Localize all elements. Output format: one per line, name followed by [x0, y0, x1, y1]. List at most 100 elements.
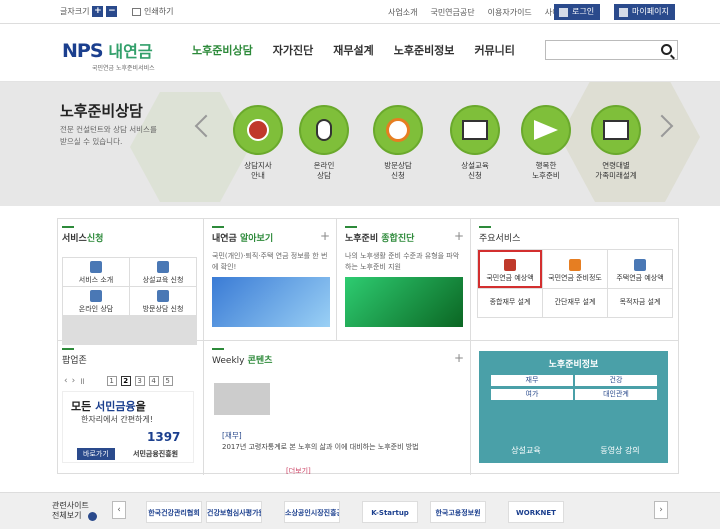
people-icon [90, 290, 102, 302]
prev-icon[interactable]: ‹ [64, 376, 68, 386]
hero-title: 노후준비상담 [60, 102, 143, 120]
nav-financial-planning[interactable]: 재무설계 [333, 42, 373, 58]
nav-self-diagnosis[interactable]: 자가진단 [273, 42, 313, 58]
pension-readiness-button[interactable]: 국민연금 준비정도 [543, 250, 607, 288]
service-visit-consult[interactable]: 방문상담 신청 [368, 105, 428, 181]
service-label: 상설교육 신청 [461, 161, 489, 180]
font-decrease-button[interactable]: − [106, 6, 118, 17]
leisure-button[interactable]: 여가 [491, 389, 573, 400]
search-icon[interactable] [661, 44, 672, 55]
top-utility-bar: 글자크기 + − 인쇄하기 사업소개 국민연금공단 이용자가이드 사이트맵 로그… [0, 0, 720, 24]
service-online-consult[interactable]: 온라인 상담 [294, 105, 354, 181]
page-2[interactable]: 2 [120, 375, 131, 386]
plus-circle-icon[interactable] [88, 512, 97, 521]
plus-icon[interactable]: + [454, 351, 464, 365]
banner-semas[interactable]: 소상공인시장진흥공단 [284, 501, 340, 523]
logo-nps: NPS [62, 40, 104, 62]
login-button[interactable]: 로그인 [554, 4, 601, 20]
top-link-nps[interactable]: 국민연금공단 [430, 7, 474, 18]
font-size-label: 글자크기 [60, 7, 90, 16]
education-apply-button[interactable]: 상설교육 신청 [130, 258, 196, 286]
service-circle [233, 105, 283, 155]
font-increase-button[interactable]: + [92, 6, 104, 17]
weekly-category: [재무] [222, 431, 242, 440]
plus-icon[interactable]: + [454, 229, 464, 243]
education-link[interactable]: 상설교육 [491, 445, 561, 456]
top-link-about[interactable]: 사업소개 [388, 7, 417, 18]
health-button[interactable]: 건강 [575, 375, 657, 386]
page-3[interactable]: 3 [134, 375, 145, 386]
main-services-grid: 국민연금 예상액 국민연금 준비정도 주택연금 예상액 종합재무 설계 간단재무… [477, 249, 673, 318]
service-circle [591, 105, 641, 155]
user-icon [619, 7, 628, 17]
popup-subline: 한자리에서 간편하게! [81, 415, 153, 424]
mypage-button[interactable]: 마이페이지 [614, 4, 675, 20]
board-icon [603, 120, 629, 140]
chart-graphic-image[interactable] [345, 277, 463, 327]
online-consult-button[interactable]: 온라인 상담 [63, 287, 129, 315]
panel-title: 주요서비스 [479, 226, 520, 244]
login-label: 로그인 [572, 7, 595, 16]
notebook-icon [157, 261, 169, 273]
site-logo[interactable]: NPS 내연금 국민연금 노후준비서비스 [62, 38, 155, 72]
hero-section: 노후준비상담 전문 컨설턴트와 상담 서비스를 받으실 수 있습니다. 상담지사… [0, 82, 720, 206]
banner-next-button[interactable]: › [654, 501, 668, 519]
visit-consult-button[interactable]: 방문상담 신청 [130, 287, 196, 315]
panel-title: Weekly 콘텐츠 [212, 348, 272, 366]
main-navigation: 노후준비상담 자가진단 재무설계 노후준비정보 커뮤니티 [192, 42, 515, 58]
service-apply-panel: 서비스신청 서비스 소개 상설교육 신청 온라인 상담 방문상담 신청 [58, 219, 204, 345]
top-link-guide[interactable]: 이용자가이드 [488, 7, 532, 18]
banner-prev-button[interactable]: ‹ [112, 501, 126, 519]
mouse-keyboard-image[interactable] [212, 277, 330, 327]
video-lecture-link[interactable]: 동영상 강의 [585, 445, 655, 456]
nav-consulting[interactable]: 노후준비상담 [192, 42, 253, 58]
popup-pager: ‹ › ॥ 1 2 3 4 5 [64, 374, 173, 387]
logo-subtitle: 국민연금 노후준비서비스 [92, 65, 155, 72]
service-branch-guide[interactable]: 상담지사 안내 [228, 105, 288, 181]
weekly-thumbnail[interactable] [214, 383, 270, 415]
nav-retirement-info[interactable]: 노후준비정보 [394, 42, 455, 58]
housing-pension-button[interactable]: 주택연금 예상액 [608, 250, 672, 288]
simple-finance-button[interactable]: 간단재무 설계 [543, 289, 607, 317]
popup-phone-number: 1397 [147, 430, 181, 444]
panel-title: 노후준비 종합진단 [345, 226, 414, 244]
popup-go-button[interactable]: 바로가기 [77, 448, 115, 460]
hero-description: 전문 컨설턴트와 상담 서비스를 받으실 수 있습니다. [60, 125, 157, 146]
lock-icon [559, 7, 568, 17]
search-input[interactable] [545, 40, 678, 60]
service-intro-button[interactable]: 서비스 소개 [63, 258, 129, 286]
service-apply-grid: 서비스 소개 상설교육 신청 온라인 상담 방문상담 신청 [62, 257, 197, 345]
service-label: 상담지사 안내 [244, 161, 272, 180]
service-education[interactable]: 상설교육 신청 [445, 105, 505, 181]
relations-button[interactable]: 대인관계 [575, 389, 657, 400]
banner-keis[interactable]: 한국고용정보원 [430, 501, 486, 523]
next-icon[interactable]: › [72, 376, 76, 386]
magnifier-icon [90, 261, 102, 273]
banner-hira[interactable]: 건강보험심사평가원 [206, 501, 262, 523]
page-4[interactable]: 4 [148, 375, 159, 386]
pension-info-desc: 국민(개인)·퇴직·주택 연금 정보를 한 번에 확인! [212, 252, 328, 271]
total-finance-button[interactable]: 종합재무 설계 [478, 289, 542, 317]
service-circle [521, 105, 571, 155]
weekly-more-link[interactable]: [더보기] [286, 466, 311, 476]
page-1[interactable]: 1 [106, 375, 117, 386]
page-5[interactable]: 5 [162, 375, 173, 386]
service-happy-retirement[interactable]: 행복한 노후준비 [516, 105, 576, 181]
banner-kstartup[interactable]: K-Startup [362, 501, 418, 523]
banner-kahp[interactable]: 한국건강관리협회 [146, 501, 202, 523]
finance-button[interactable]: 재무 [491, 375, 573, 386]
pause-icon[interactable]: ॥ [79, 374, 84, 387]
service-label: 방문상담 신청 [384, 161, 412, 180]
weekly-article-link[interactable]: 2017년 고령자통계로 본 노후의 삶과 이에 대비하는 노후준비 방법 [222, 442, 419, 452]
popup-banner[interactable]: 모든 서민금융을 한자리에서 간편하게! 1397 바로가기 서민금융진흥원 [62, 391, 194, 463]
pension-estimate-button[interactable]: 국민연금 예상액 [478, 250, 542, 288]
banner-worknet[interactable]: WORKNET [508, 501, 564, 523]
purpose-fund-button[interactable]: 목적자금 설계 [608, 289, 672, 317]
screen-icon [462, 120, 488, 140]
popup-org: 서민금융진흥원 [133, 450, 179, 458]
print-button[interactable]: 인쇄하기 [132, 6, 173, 17]
plus-icon[interactable]: + [320, 229, 330, 243]
service-family-planning[interactable]: 연령대별 가족미래설계 [586, 105, 646, 181]
globe-icon [247, 119, 269, 141]
nav-community[interactable]: 커뮤니티 [474, 42, 514, 58]
